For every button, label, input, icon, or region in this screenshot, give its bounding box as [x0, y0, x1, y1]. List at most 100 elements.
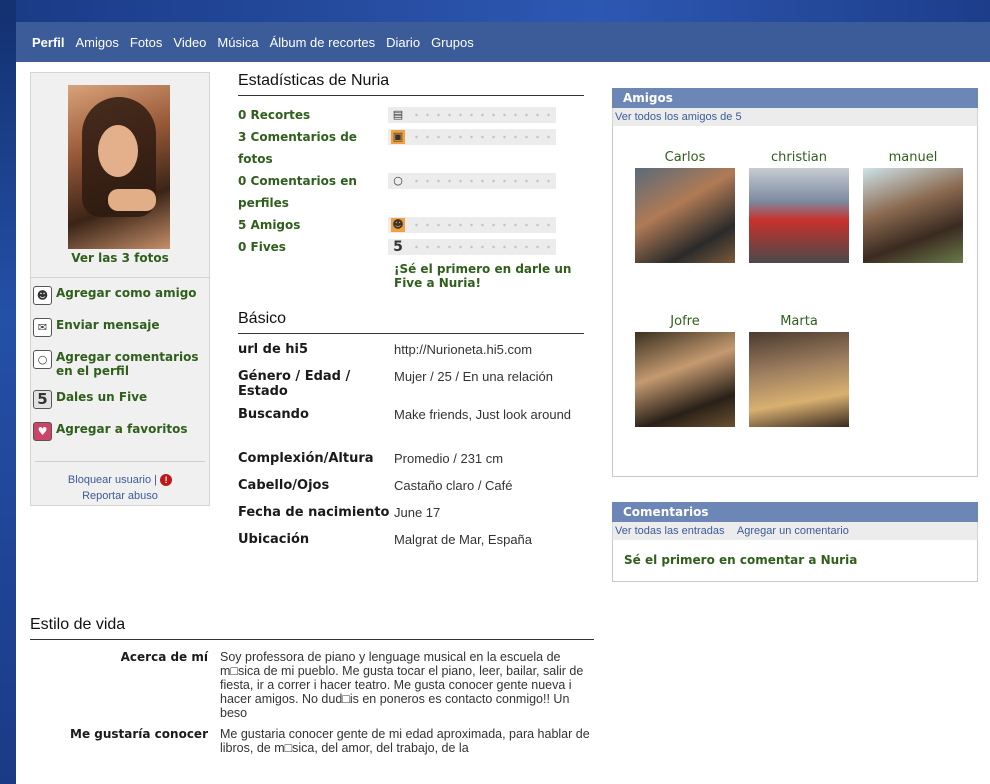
profile-sidebar: Ver las 3 fotos ☻ Agregar como amigo ✉ E… — [30, 72, 210, 506]
sidebar-footer: Bloquear usuario | ! Reportar abuso — [35, 461, 205, 504]
view-photos-link[interactable]: Ver las 3 fotos — [31, 251, 209, 265]
speech-bubble-icon: ○ — [33, 350, 52, 369]
lifestyle-title: Estilo de vida — [30, 616, 594, 640]
stat-label[interactable]: 3 Comentarios de fotos — [238, 126, 388, 170]
friend-name[interactable]: manuel — [863, 150, 963, 168]
stat-profile-comments: 0 Comentarios en perfiles ○ — [238, 170, 584, 214]
lifestyle-row: Me gustaría conocer Me gustaria conocer … — [30, 727, 594, 755]
speech-bubble-icon: ○ — [393, 174, 403, 187]
add-comment-action[interactable]: ○ Agregar comentarios en el perfil — [31, 350, 209, 390]
add-favorite-label: Agregar a favoritos — [56, 422, 188, 436]
basic-value: Castaño claro / Café — [394, 478, 513, 493]
heart-icon: ♥ — [33, 422, 52, 441]
stat-dots — [411, 245, 556, 249]
friend-card[interactable]: Jofre — [635, 314, 735, 427]
center-column: Estadísticas de Nuria 0 Recortes ▤ 3 Com… — [238, 72, 584, 559]
stat-bar: ▤ — [388, 107, 556, 123]
basic-key: Género / Edad / Estado — [238, 369, 351, 399]
stat-bar: ▣ — [388, 129, 556, 145]
basic-key: Ubicación — [238, 532, 310, 547]
view-all-friends-link[interactable]: Ver todos los amigos de 5 — [615, 111, 742, 123]
comments-header: Comentarios — [612, 502, 978, 522]
stat-dots — [411, 179, 556, 183]
view-all-comments-link[interactable]: Ver todas las entradas — [615, 525, 724, 537]
friend-name[interactable]: Marta — [749, 314, 849, 332]
envelope-icon: ✉ — [33, 318, 52, 337]
stats-title: Estadísticas de Nuria — [238, 72, 584, 96]
nav-grupos[interactable]: Grupos — [431, 35, 474, 50]
report-abuse-link[interactable]: Reportar abuso — [35, 488, 205, 504]
stat-label[interactable]: 0 Comentarios en perfiles — [238, 170, 388, 214]
photo-hand — [108, 189, 156, 211]
stat-bar: ○ — [388, 173, 556, 189]
nav-diario[interactable]: Diario — [386, 35, 420, 50]
add-friend-icon: ☻ — [33, 286, 52, 305]
lifestyle-row: Acerca de mí Soy professora de piano y l… — [30, 650, 594, 720]
nav-amigos[interactable]: Amigos — [76, 35, 119, 50]
lifestyle-value: Me gustaria conocer gente de mi edad apr… — [220, 727, 590, 755]
desktop-background-top — [0, 0, 990, 22]
basic-title: Básico — [238, 310, 584, 334]
profile-page: Perfil Amigos Fotos Video Música Álbum d… — [16, 22, 990, 784]
friend-card[interactable]: manuel — [863, 150, 963, 263]
nav-perfil[interactable]: Perfil — [32, 35, 65, 50]
top-nav: Perfil Amigos Fotos Video Música Álbum d… — [16, 22, 990, 62]
friend-photo[interactable] — [635, 168, 735, 263]
stat-label[interactable]: 0 Fives — [238, 236, 388, 258]
warning-icon: ! — [160, 474, 173, 487]
stat-recortes: 0 Recortes ▤ — [238, 104, 584, 126]
lifestyle-key: Acerca de mí — [120, 650, 208, 664]
nav-video[interactable]: Video — [173, 35, 206, 50]
friends-grid: Carlos christian manuel Jofre Marta — [612, 126, 978, 477]
friend-card[interactable]: christian — [749, 150, 849, 263]
basic-value: Make friends, Just look around — [394, 407, 572, 422]
basic-row: Complexión/Altura Promedio / 231 cm — [238, 451, 584, 478]
nav-album[interactable]: Álbum de recortes — [270, 35, 376, 50]
friend-name[interactable]: christian — [749, 150, 849, 168]
basic-row: Buscando Make friends, Just look around — [238, 407, 584, 451]
friend-photo[interactable] — [863, 168, 963, 263]
camera-icon: ▣ — [391, 130, 405, 144]
stat-dots — [411, 223, 556, 227]
lifestyle-value: Soy professora de piano y lenguage music… — [220, 650, 584, 720]
five-icon: 5 — [33, 390, 52, 409]
nav-musica[interactable]: Música — [217, 35, 258, 50]
friend-photo[interactable] — [635, 332, 735, 427]
profile-photo[interactable] — [68, 85, 170, 249]
friend-card[interactable]: Marta — [749, 314, 849, 427]
add-comment-link[interactable]: Agregar un comentario — [737, 525, 849, 537]
friend-icon: ☻ — [391, 218, 405, 232]
stat-label[interactable]: 0 Recortes — [238, 104, 388, 126]
friend-photo[interactable] — [749, 332, 849, 427]
friends-subbar: Ver todos los amigos de 5 — [612, 108, 978, 126]
add-friend-action[interactable]: ☻ Agregar como amigo — [31, 286, 209, 318]
give-five-prompt[interactable]: ¡Sé el primero en darle un Five a Nuria! — [394, 262, 574, 290]
give-five-action[interactable]: 5 Dales un Five — [31, 390, 209, 422]
stat-photo-comments: 3 Comentarios de fotos ▣ — [238, 126, 584, 170]
block-user-link[interactable]: Bloquear usuario — [68, 474, 151, 486]
basic-row: url de hi5 http://Nurioneta.hi5.com — [238, 342, 584, 369]
nav-fotos[interactable]: Fotos — [130, 35, 163, 50]
desktop-background-left — [0, 0, 16, 784]
add-friend-label: Agregar como amigo — [56, 286, 197, 300]
give-five-label: Dales un Five — [56, 390, 148, 404]
friend-name[interactable]: Carlos — [635, 150, 735, 168]
add-comment-label: Agregar comentarios en el perfil — [56, 350, 199, 378]
basic-value: Mujer / 25 / En una relación — [394, 369, 553, 384]
profile-actions: ☻ Agregar como amigo ✉ Enviar mensaje ○ … — [31, 277, 209, 454]
basic-row: Fecha de nacimiento June 17 — [238, 505, 584, 532]
basic-value[interactable]: http://Nurioneta.hi5.com — [394, 342, 584, 369]
send-message-action[interactable]: ✉ Enviar mensaje — [31, 318, 209, 350]
add-favorite-action[interactable]: ♥ Agregar a favoritos — [31, 422, 209, 454]
comments-empty-message[interactable]: Sé el primero en comentar a Nuria — [612, 540, 978, 582]
friend-photo[interactable] — [749, 168, 849, 263]
basic-row: Cabello/Ojos Castaño claro / Café — [238, 478, 584, 505]
basic-key: url de hi5 — [238, 342, 309, 357]
friend-card[interactable]: Carlos — [635, 150, 735, 263]
friend-name[interactable]: Jofre — [635, 314, 735, 332]
stat-label[interactable]: 5 Amigos — [238, 214, 388, 236]
basic-key: Complexión/Altura — [238, 451, 374, 466]
five-icon: 5 — [393, 239, 403, 255]
right-column: Amigos Ver todos los amigos de 5 Carlos … — [612, 88, 978, 582]
basic-key: Fecha de nacimiento — [238, 505, 390, 520]
